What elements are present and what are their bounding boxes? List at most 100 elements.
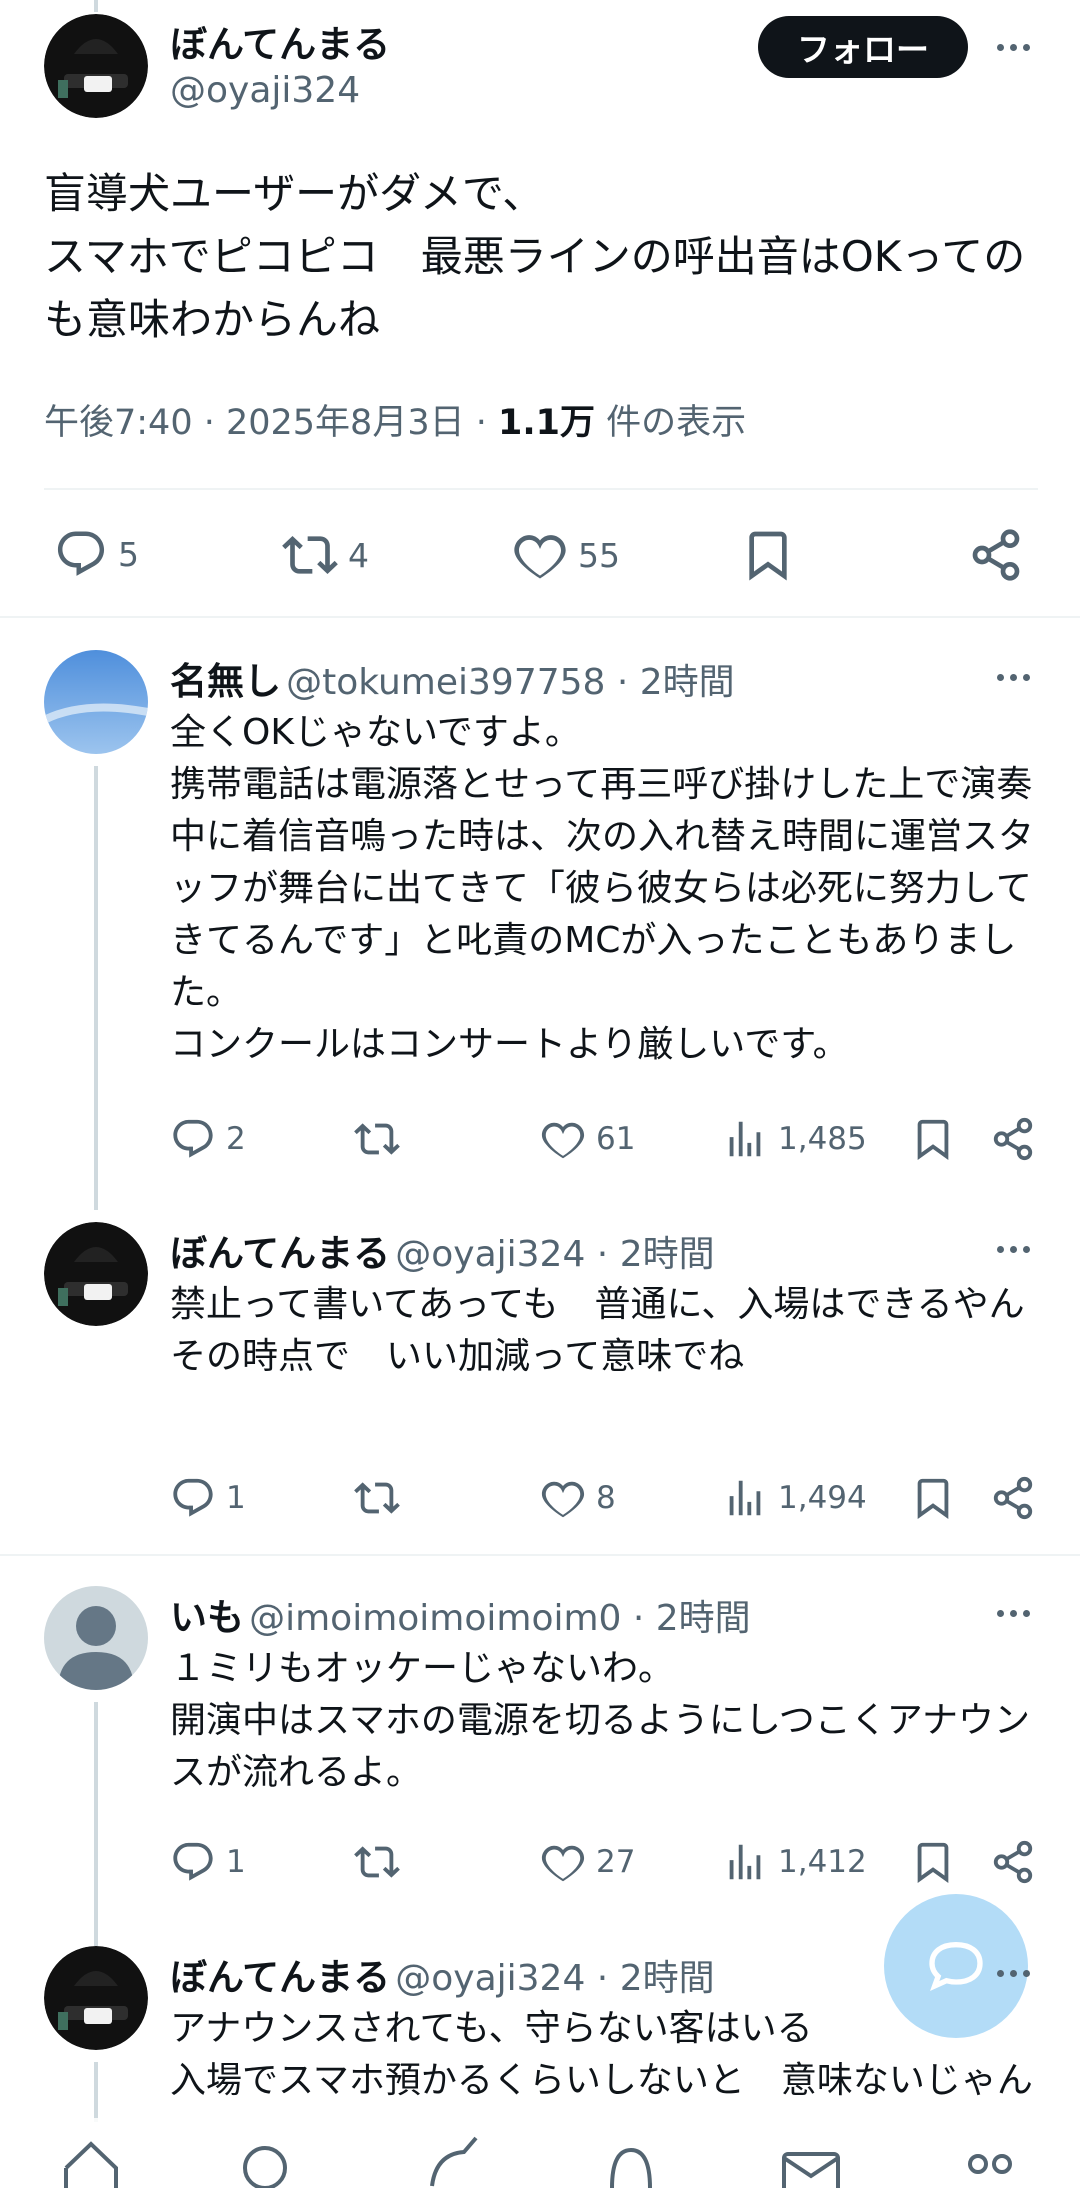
bookmark-icon: [910, 1475, 956, 1521]
reply-icon: [54, 527, 108, 581]
views-icon: [722, 1475, 768, 1521]
more-icon[interactable]: [988, 32, 1038, 62]
share-icon: [990, 1475, 1036, 1521]
reply-header: 名無し @tokumei397758 · 2時間: [170, 651, 735, 705]
reply-button[interactable]: 1: [170, 1475, 246, 1521]
like-button[interactable]: 55: [512, 527, 620, 583]
retweet-icon: [354, 1116, 400, 1162]
reply-count: 1: [226, 1480, 246, 1516]
avatar[interactable]: [44, 1946, 148, 2050]
reply-author-handle[interactable]: @tokumei397758 · 2時間: [286, 662, 735, 703]
views-button[interactable]: 1,494: [722, 1475, 867, 1521]
tweet-text: 盲導犬ユーザーがダメで、 スマホでピコピコ 最悪ラインの呼出音はOKってのも意味…: [44, 169, 1026, 344]
like-button[interactable]: 61: [540, 1116, 635, 1162]
more-icon[interactable]: [988, 1234, 1038, 1264]
more-icon[interactable]: [988, 1598, 1038, 1628]
share-button[interactable]: [990, 1475, 1036, 1521]
retweet-button[interactable]: [354, 1475, 410, 1521]
like-count: 55: [578, 535, 620, 575]
retweet-icon: [282, 527, 338, 583]
bookmark-button[interactable]: [740, 527, 796, 583]
bookmark-button[interactable]: [910, 1116, 956, 1162]
communities-icon: [968, 2154, 1012, 2174]
notifications-icon: [610, 2147, 652, 2189]
views-count: 1,412: [778, 1844, 867, 1880]
views-icon: [722, 1839, 768, 1885]
grok-icon: [430, 2136, 478, 2187]
reply-button[interactable]: 1: [170, 1839, 246, 1885]
thread-line: [94, 766, 98, 1210]
bookmark-button[interactable]: [910, 1475, 956, 1521]
tab-grok[interactable]: [418, 2128, 488, 2188]
like-button[interactable]: 8: [540, 1475, 616, 1521]
tab-messages[interactable]: [776, 2128, 846, 2192]
more-icon[interactable]: [988, 662, 1038, 692]
reply-author-handle[interactable]: @imoimoimoimoim0 · 2時間: [249, 1598, 751, 1639]
messages-icon: [782, 2152, 840, 2192]
retweet-button[interactable]: [354, 1839, 410, 1885]
tab-communities[interactable]: [954, 2128, 1024, 2188]
share-icon: [968, 527, 1024, 583]
tweet-meta: 午後7:40 · 2025年8月3日 · 1.1万 件の表示: [44, 394, 746, 445]
views-button[interactable]: 1,412: [722, 1839, 867, 1885]
reply-header: ぼんてんまる @oyaji324 · 2時間: [170, 1223, 715, 1277]
tab-notifications[interactable]: [596, 2128, 666, 2189]
bookmark-button[interactable]: [910, 1839, 956, 1885]
share-button[interactable]: [968, 527, 1024, 583]
reply-author-name[interactable]: 名無し: [170, 660, 281, 703]
reply-author-handle[interactable]: @oyaji324 · 2時間: [395, 1234, 714, 1275]
like-count: 61: [596, 1121, 636, 1157]
reply-button[interactable]: 5: [54, 527, 139, 581]
avatar[interactable]: [44, 1222, 148, 1326]
bookmark-icon: [910, 1116, 956, 1162]
like-count: 8: [596, 1480, 616, 1516]
like-button[interactable]: 27: [540, 1839, 635, 1885]
more-icon[interactable]: [988, 1958, 1038, 1988]
share-icon: [990, 1116, 1036, 1162]
follow-button[interactable]: フォロー: [758, 16, 968, 78]
bottom-nav-bar: [0, 2118, 1080, 2163]
reply-icon: [170, 1839, 216, 1885]
retweet-count: 4: [348, 535, 369, 575]
reply-header: ぼんてんまる @oyaji324 · 2時間: [170, 1947, 715, 2001]
thread-line: [94, 1702, 98, 1946]
share-button[interactable]: [990, 1839, 1036, 1885]
reply-author-name[interactable]: ぼんてんまる: [170, 1956, 390, 1999]
reply-author-handle[interactable]: @oyaji324 · 2時間: [395, 1958, 714, 1999]
share-icon: [990, 1839, 1036, 1885]
avatar[interactable]: [44, 1586, 148, 1690]
divider: [0, 616, 1080, 618]
share-button[interactable]: [990, 1116, 1036, 1162]
divider: [44, 488, 1038, 490]
thread-line: [94, 2062, 98, 2122]
like-icon: [540, 1839, 586, 1885]
reply-text: １ミリもオッケーじゃないわ。 開演中はスマホの電源を切るようにしつこくアナウンス…: [170, 1648, 1031, 1793]
reply-author-name[interactable]: いも: [170, 1596, 244, 1639]
home-icon: [64, 2141, 118, 2188]
tab-home[interactable]: [56, 2128, 126, 2188]
retweet-button[interactable]: 4: [282, 527, 369, 583]
search-icon: [243, 2146, 287, 2190]
like-icon: [540, 1475, 586, 1521]
reply-author-name[interactable]: ぼんてんまる: [170, 1232, 390, 1275]
author-handle[interactable]: @oyaji324: [170, 70, 360, 111]
tab-search[interactable]: [230, 2128, 300, 2190]
avatar[interactable]: [44, 650, 148, 754]
reply-count: 1: [226, 1844, 246, 1880]
reply-button[interactable]: 2: [170, 1116, 246, 1162]
views-icon: [722, 1116, 768, 1162]
follow-button-label: フォロー: [797, 30, 929, 69]
views-count: 1,494: [778, 1480, 867, 1516]
retweet-button[interactable]: [354, 1116, 410, 1162]
avatar[interactable]: [44, 14, 148, 118]
views-button[interactable]: 1,485: [722, 1116, 867, 1162]
retweet-icon: [354, 1475, 400, 1521]
like-icon: [512, 527, 568, 583]
reply-header: いも @imoimoimoimoim0 · 2時間: [170, 1587, 751, 1641]
divider: [0, 1554, 1080, 1556]
bookmark-icon: [740, 527, 796, 583]
tweet-timestamp[interactable]: 午後7:40 · 2025年8月3日 ·: [44, 403, 498, 443]
reply-icon: [170, 1116, 216, 1162]
reply-text: 全くOKじゃないですよ。 携帯電話は電源落とせって再三呼び掛けした上で演奏中に着…: [170, 712, 1035, 1065]
author-name[interactable]: ぼんてんまる: [170, 14, 390, 68]
